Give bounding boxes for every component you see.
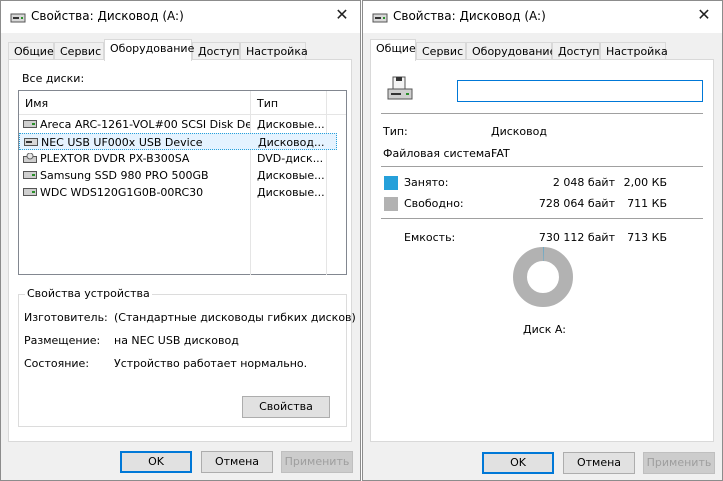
list-header: Имя Тип <box>19 91 346 115</box>
disk-type: Дисковые... <box>257 118 325 131</box>
tab-customize[interactable]: Настройка <box>600 42 668 60</box>
disk-name: WDC WDS120G1G0B-00RC30 <box>40 186 204 199</box>
filesystem-value: FAT <box>491 147 510 160</box>
disk-label: Диск A: <box>523 323 566 336</box>
type-value: Дисковод <box>491 125 547 138</box>
all-disks-label: Все диски: <box>22 72 85 85</box>
tab-hardware[interactable]: Оборудование <box>104 39 194 61</box>
properties-dialog-general: Свойства: Дисковод (A:) ✕ Общие Сервис О… <box>362 0 723 481</box>
title-bar: Свойства: Дисковод (A:) ✕ <box>363 1 722 33</box>
status-label: Состояние: <box>24 357 90 370</box>
ok-button[interactable]: OK <box>482 452 554 474</box>
list-item[interactable]: WDC WDS120G1G0B-00RC30 Дисковые... <box>19 184 337 201</box>
divider <box>381 218 703 219</box>
close-icon[interactable]: ✕ <box>332 5 352 24</box>
hard-disk-icon <box>23 120 37 128</box>
general-panel: Тип: Дисковод Файловая система: FAT Заня… <box>370 59 714 442</box>
tab-hardware[interactable]: Оборудование <box>466 42 556 60</box>
tab-sharing[interactable]: Доступ <box>192 42 240 60</box>
type-label: Тип: <box>383 125 408 138</box>
location-label: Размещение: <box>24 334 101 347</box>
cancel-button[interactable]: Отмена <box>563 452 635 474</box>
hardware-panel: Все диски: Имя Тип Areca ARC-1261-VOL#00… <box>8 59 356 442</box>
properties-dialog-hardware: Свойства: Дисковод (A:) ✕ Общие Сервис О… <box>0 0 361 481</box>
filesystem-label: Файловая система: <box>383 147 495 160</box>
drive-icon <box>372 13 388 23</box>
ok-button[interactable]: OK <box>120 451 192 473</box>
free-size: 711 КБ <box>627 197 667 210</box>
used-bytes: 2 048 байт <box>552 176 615 189</box>
disk-type: Дисковые... <box>257 186 325 199</box>
free-bytes: 728 064 байт <box>538 197 615 210</box>
list-item[interactable]: Areca ARC-1261-VOL#00 SCSI Disk De... Ди… <box>19 116 337 133</box>
dvd-drive-icon <box>23 153 37 163</box>
used-size: 2,00 КБ <box>623 176 667 189</box>
title-bar: Свойства: Дисковод (A:) ✕ <box>1 1 360 33</box>
disk-name: NEC USB UF000x USB Device <box>41 136 203 149</box>
disk-list[interactable]: Имя Тип Areca ARC-1261-VOL#00 SCSI Disk … <box>18 90 347 275</box>
hard-disk-icon <box>23 171 37 179</box>
drive-icon <box>10 13 26 23</box>
free-space-swatch <box>384 197 398 211</box>
tab-sharing[interactable]: Доступ <box>552 42 600 60</box>
manufacturer-label: Изготовитель: <box>24 311 108 324</box>
group-title: Свойства устройства <box>25 287 152 300</box>
device-properties-group: Свойства устройства Изготовитель: (Станд… <box>18 287 356 427</box>
floppy-drive-icon <box>387 76 413 100</box>
drive-label-input[interactable] <box>457 80 703 102</box>
capacity-bytes: 730 112 байт <box>538 231 615 244</box>
window-title: Свойства: Дисковод (A:) <box>31 9 184 23</box>
list-item-selected[interactable]: NEC USB UF000x USB Device Дисковод... <box>19 133 337 150</box>
apply-button[interactable]: Применить <box>281 451 353 473</box>
disk-name: Samsung SSD 980 PRO 500GB <box>40 169 209 182</box>
divider <box>381 166 703 167</box>
free-label: Свободно: <box>404 197 464 210</box>
disk-type: Дисковод... <box>258 136 325 149</box>
disk-name: PLEXTOR DVDR PX-B300SA <box>40 152 190 165</box>
used-label: Занято: <box>404 176 449 189</box>
tab-customize[interactable]: Настройка <box>240 42 308 60</box>
capacity-label: Емкость: <box>404 231 456 244</box>
close-icon[interactable]: ✕ <box>694 5 714 24</box>
divider <box>381 113 703 114</box>
apply-button[interactable]: Применить <box>643 452 715 474</box>
tab-general[interactable]: Общие <box>370 39 416 61</box>
floppy-drive-icon <box>24 138 38 146</box>
disk-type: Дисковые... <box>257 169 325 182</box>
disk-name: Areca ARC-1261-VOL#00 SCSI Disk De... <box>40 118 250 131</box>
disk-usage-donut <box>513 247 573 307</box>
tab-service[interactable]: Сервис <box>54 42 104 60</box>
hard-disk-icon <box>23 188 37 196</box>
tab-service[interactable]: Сервис <box>416 42 466 60</box>
window-title: Свойства: Дисковод (A:) <box>393 9 546 23</box>
column-header-name[interactable]: Имя <box>25 97 48 110</box>
list-item[interactable]: PLEXTOR DVDR PX-B300SA DVD-диск... <box>19 150 337 167</box>
status-value: Устройство работает нормально. <box>114 357 308 370</box>
list-item[interactable]: Samsung SSD 980 PRO 500GB Дисковые... <box>19 167 337 184</box>
disk-type: DVD-диск... <box>257 152 324 165</box>
used-space-swatch <box>384 176 398 190</box>
manufacturer-value: (Стандартные дисководы гибких дисков) <box>114 311 356 324</box>
device-properties-button[interactable]: Свойства <box>242 396 330 418</box>
location-value: на NEC USB дисковод <box>114 334 239 347</box>
cancel-button[interactable]: Отмена <box>201 451 273 473</box>
capacity-size: 713 КБ <box>627 231 667 244</box>
tab-general[interactable]: Общие <box>8 42 54 60</box>
column-header-type[interactable]: Тип <box>257 97 278 110</box>
